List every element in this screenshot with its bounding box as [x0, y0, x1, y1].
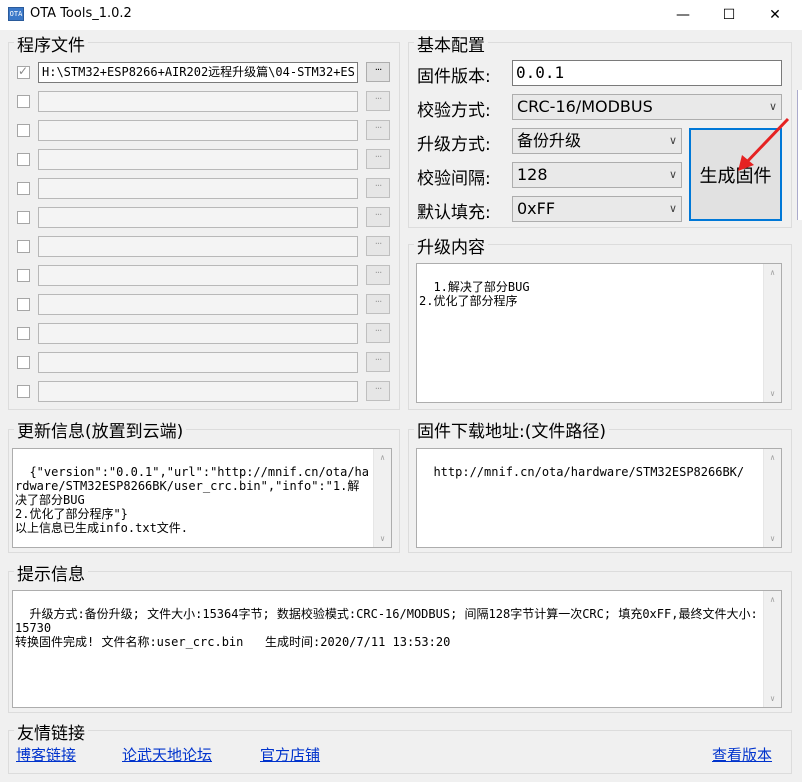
browse-button[interactable]: ···	[366, 323, 390, 343]
scroll-down-icon[interactable]: ∨	[764, 385, 781, 402]
scrollbar[interactable]: ∧ ∨	[763, 264, 781, 402]
browse-button[interactable]: ···	[366, 294, 390, 314]
file-path-input[interactable]	[38, 120, 358, 141]
browse-button[interactable]: ···	[366, 236, 390, 256]
version-link[interactable]: 查看版本	[712, 744, 772, 765]
links-title: 友情链接	[14, 719, 88, 744]
upgrade-mode-select[interactable]: 备份升级 ∨	[512, 128, 682, 154]
default-fill-label: 默认填充:	[417, 203, 491, 223]
default-fill-select[interactable]: 0xFF ∨	[512, 196, 682, 222]
file-checkbox[interactable]	[17, 124, 30, 137]
file-checkbox[interactable]	[17, 298, 30, 311]
chevron-down-icon: ∨	[668, 134, 677, 147]
update-info-title: 更新信息(放置到云端)	[14, 417, 187, 442]
title-bar: OTA OTA Tools_1.0.2 — ☐ ✕	[0, 0, 802, 30]
forum-link[interactable]: 论武天地论坛	[122, 744, 212, 765]
file-path-input[interactable]	[38, 381, 358, 402]
file-path-input[interactable]	[38, 265, 358, 286]
file-checkbox[interactable]	[17, 95, 30, 108]
browse-button[interactable]: ···	[366, 120, 390, 140]
basic-config-title: 基本配置	[414, 31, 488, 56]
scrollbar[interactable]: ∧ ∨	[763, 591, 781, 707]
chevron-down-icon: ∨	[668, 168, 677, 181]
tips-title: 提示信息	[14, 560, 88, 585]
scroll-down-icon[interactable]: ∨	[764, 690, 781, 707]
upgrade-content-textarea[interactable]: 1.解决了部分BUG 2.优化了部分程序 ∧ ∨	[416, 263, 782, 403]
file-path-input[interactable]	[38, 323, 358, 344]
firmware-version-label: 固件版本:	[417, 67, 491, 87]
file-checkbox[interactable]	[17, 327, 30, 340]
minimize-icon[interactable]: —	[660, 0, 706, 30]
file-path-input[interactable]	[38, 352, 358, 373]
download-url-title: 固件下载地址:(文件路径)	[414, 417, 609, 442]
checksum-mode-label: 校验方式:	[417, 101, 491, 121]
upgrade-mode-label: 升级方式:	[417, 135, 491, 155]
file-path-input[interactable]	[38, 178, 358, 199]
scroll-up-icon[interactable]: ∧	[764, 591, 781, 608]
checksum-mode-value: CRC-16/MODBUS	[517, 97, 653, 116]
file-path-input[interactable]	[38, 149, 358, 170]
download-url-text: http://mnif.cn/ota/hardware/STM32ESP8266…	[433, 465, 745, 479]
app-icon: OTA	[8, 7, 24, 21]
browse-button[interactable]: ···	[366, 265, 390, 285]
browse-button[interactable]: ···	[366, 178, 390, 198]
check-interval-select[interactable]: 128 ∨	[512, 162, 682, 188]
background-window-edge	[797, 90, 802, 220]
file-checkbox[interactable]	[17, 153, 30, 166]
shop-link[interactable]: 官方店铺	[260, 744, 320, 765]
update-info-text: {"version":"0.0.1","url":"http://mnif.cn…	[15, 465, 370, 535]
close-icon[interactable]: ✕	[752, 0, 798, 30]
tips-textarea[interactable]: 升级方式:备份升级; 文件大小:15364字节; 数据校验模式:CRC-16/M…	[12, 590, 782, 708]
scroll-down-icon[interactable]: ∨	[374, 530, 391, 547]
file-path-input[interactable]	[38, 236, 358, 257]
scroll-up-icon[interactable]: ∧	[374, 449, 391, 466]
upgrade-content-text: 1.解决了部分BUG 2.优化了部分程序	[419, 280, 530, 308]
browse-button[interactable]: ···	[366, 352, 390, 372]
chevron-down-icon: ∨	[668, 202, 677, 215]
upgrade-content-title: 升级内容	[414, 233, 488, 258]
file-path-input[interactable]	[38, 207, 358, 228]
scroll-up-icon[interactable]: ∧	[764, 449, 781, 466]
file-path-input[interactable]	[38, 91, 358, 112]
tips-text: 升级方式:备份升级; 文件大小:15364字节; 数据校验模式:CRC-16/M…	[15, 607, 758, 649]
file-checkbox[interactable]	[17, 356, 30, 369]
file-path-input[interactable]	[38, 294, 358, 315]
program-files-title: 程序文件	[14, 31, 88, 56]
file-checkbox[interactable]	[17, 240, 30, 253]
file-path-input[interactable]: H:\STM32+ESP8266+AIR202远程升级篇\04-STM32+ES	[38, 62, 358, 83]
file-checkbox[interactable]	[17, 211, 30, 224]
upgrade-mode-value: 备份升级	[517, 131, 582, 150]
update-info-textarea[interactable]: {"version":"0.0.1","url":"http://mnif.cn…	[12, 448, 392, 548]
browse-button[interactable]: ···	[366, 149, 390, 169]
check-interval-label: 校验间隔:	[417, 169, 491, 189]
file-checkbox[interactable]	[17, 269, 30, 282]
scroll-down-icon[interactable]: ∨	[764, 530, 781, 547]
window-title: OTA Tools_1.0.2	[30, 6, 132, 21]
scrollbar[interactable]: ∧ ∨	[373, 449, 391, 547]
scrollbar[interactable]: ∧ ∨	[763, 449, 781, 547]
scroll-up-icon[interactable]: ∧	[764, 264, 781, 281]
browse-button[interactable]: ···	[366, 91, 390, 111]
default-fill-value: 0xFF	[517, 199, 556, 218]
browse-button[interactable]: ···	[366, 62, 390, 82]
browse-button[interactable]: ···	[366, 381, 390, 401]
maximize-icon[interactable]: ☐	[706, 0, 752, 30]
file-checkbox[interactable]	[17, 64, 30, 79]
blog-link[interactable]: 博客链接	[16, 744, 76, 765]
file-checkbox[interactable]	[17, 182, 30, 195]
download-url-textarea[interactable]: http://mnif.cn/ota/hardware/STM32ESP8266…	[416, 448, 782, 548]
file-checkbox[interactable]	[17, 385, 30, 398]
check-interval-value: 128	[517, 165, 548, 184]
annotation-arrow-icon	[738, 117, 790, 171]
firmware-version-input[interactable]: 0.0.1	[512, 60, 782, 86]
browse-button[interactable]: ···	[366, 207, 390, 227]
